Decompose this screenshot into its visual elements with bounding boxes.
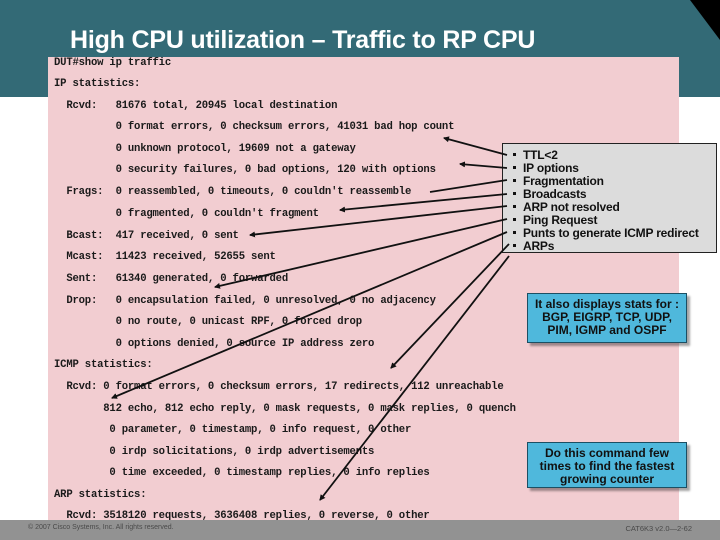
protocol-stats-note: It also displays stats for : BGP, EIGRP,… xyxy=(527,293,687,343)
bullet-icon xyxy=(513,166,516,170)
copyright-text: © 2007 Cisco Systems, Inc. All rights re… xyxy=(28,524,174,531)
callout-item: Broadcasts xyxy=(513,187,587,201)
slide-number: CAT6K3 v2.0—2-62 xyxy=(625,524,692,533)
bullet-icon xyxy=(513,192,516,196)
bullet-icon xyxy=(513,244,516,248)
terminal-line: 0 unknown protocol, 19609 not a gateway xyxy=(54,143,356,155)
slide-footer: © 2007 Cisco Systems, Inc. All rights re… xyxy=(0,520,720,540)
terminal-line: ICMP statistics: xyxy=(54,359,153,371)
bullet-icon xyxy=(513,218,516,222)
callout-item: Ping Request xyxy=(513,213,597,227)
terminal-line: Bcast: 417 received, 0 sent xyxy=(54,230,239,242)
terminal-line: DUT#show ip traffic xyxy=(54,57,171,69)
note-line: growing counter xyxy=(560,472,654,486)
terminal-line: Rcvd: 81676 total, 20945 local destinati… xyxy=(54,100,338,112)
terminal-line: 0 fragmented, 0 couldn't fragment xyxy=(54,208,319,220)
bullet-icon xyxy=(513,153,516,157)
terminal-line: 0 options denied, 0 source IP address ze… xyxy=(54,338,375,350)
header-corner-decoration xyxy=(690,0,720,40)
terminal-line: 0 format errors, 0 checksum errors, 4103… xyxy=(54,121,455,133)
slide-title: High CPU utilization – Traffic to RP CPU xyxy=(70,26,536,54)
callout-item: Fragmentation xyxy=(513,174,604,188)
callout-item-label: TTL<2 xyxy=(523,148,558,162)
terminal-line: Drop: 0 encapsulation failed, 0 unresolv… xyxy=(54,295,436,307)
callout-item: Punts to generate ICMP redirect xyxy=(513,226,699,240)
terminal-line: 0 security failures, 0 bad options, 120 … xyxy=(54,164,436,176)
bullet-icon xyxy=(513,205,516,209)
terminal-line: Mcast: 11423 received, 52655 sent xyxy=(54,251,276,263)
callout-item-label: ARPs xyxy=(523,239,555,253)
terminal-line: IP statistics: xyxy=(54,78,141,90)
callout-item-label: ARP not resolved xyxy=(523,200,620,214)
terminal-line: Rcvd: 0 format errors, 0 checksum errors… xyxy=(54,381,504,393)
punt-reasons-callout: TTL<2 IP options Fragmentation Broadcast… xyxy=(502,143,717,253)
callout-item-label: Broadcasts xyxy=(523,187,587,201)
note-line: PIM, IGMP and OSPF xyxy=(547,323,667,337)
bullet-icon xyxy=(513,179,516,183)
terminal-line: ARP statistics: xyxy=(54,489,147,501)
terminal-line: 0 no route, 0 unicast RPF, 0 forced drop xyxy=(54,316,363,328)
callout-item-label: Punts to generate ICMP redirect xyxy=(523,226,699,240)
callout-item: TTL<2 xyxy=(513,148,558,162)
callout-item: ARPs xyxy=(513,239,554,253)
terminal-line: 0 parameter, 0 timestamp, 0 info request… xyxy=(54,424,412,436)
callout-item-label: Fragmentation xyxy=(523,174,604,188)
terminal-line: Frags: 0 reassembled, 0 timeouts, 0 coul… xyxy=(54,186,412,198)
callout-item-label: IP options xyxy=(523,161,579,175)
callout-item-label: Ping Request xyxy=(523,213,598,227)
terminal-line: Sent: 61340 generated, 0 forwarded xyxy=(54,273,288,285)
terminal-line: 0 time exceeded, 0 timestamp replies, 0 … xyxy=(54,467,430,479)
bullet-icon xyxy=(513,231,516,235)
terminal-line: 812 echo, 812 echo reply, 0 mask request… xyxy=(54,403,516,415)
callout-item: IP options xyxy=(513,161,579,175)
terminal-line: 0 irdp solicitations, 0 irdp advertiseme… xyxy=(54,446,375,458)
callout-item: ARP not resolved xyxy=(513,200,620,214)
fastest-counter-note: Do this command few times to find the fa… xyxy=(527,442,687,488)
